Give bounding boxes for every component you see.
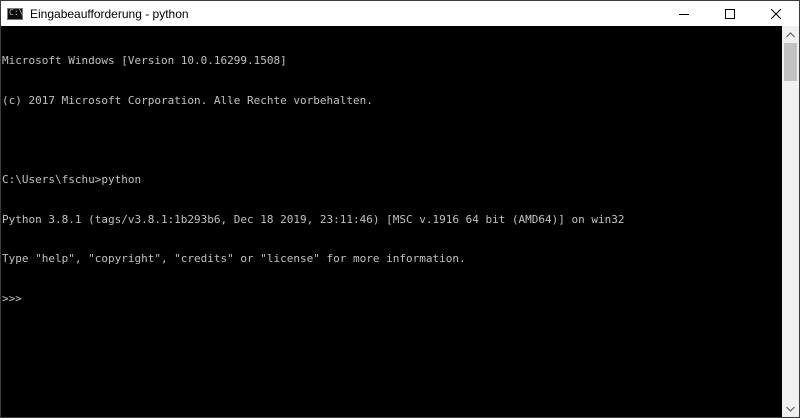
vertical-scrollbar[interactable] — [782, 26, 799, 417]
chevron-down-icon — [786, 406, 795, 412]
console-line: (c) 2017 Microsoft Corporation. Alle Rec… — [2, 94, 373, 107]
chevron-up-icon — [786, 31, 795, 37]
window-title: Eingabeaufforderung - python — [30, 6, 189, 21]
scrollbar-thumb[interactable] — [784, 43, 797, 81]
console-line: Python 3.8.1 (tags/v3.8.1:1b293b6, Dec 1… — [2, 212, 625, 226]
console-line: C:\Users\fschu>python — [2, 173, 142, 187]
minimize-icon — [679, 13, 689, 15]
console-window: C:\ Eingabeaufforderung - python Microso… — [0, 0, 800, 418]
cmd-icon: C:\ — [7, 7, 23, 20]
console-line: Type "help", "copyright", "credits" or "… — [2, 252, 466, 266]
scroll-up-button[interactable] — [782, 26, 799, 43]
close-button[interactable] — [753, 1, 799, 26]
scroll-down-button[interactable] — [782, 400, 799, 417]
title-bar[interactable]: C:\ Eingabeaufforderung - python — [1, 1, 799, 26]
minimize-button[interactable] — [661, 1, 707, 26]
console-output[interactable]: Microsoft Windows [Version 10.0.16299.15… — [1, 26, 782, 417]
maximize-icon — [725, 8, 735, 19]
close-icon — [771, 8, 781, 19]
window-controls — [661, 1, 799, 26]
console-prompt[interactable]: >>> — [2, 292, 782, 305]
console-line: Microsoft Windows [Version 10.0.16299.15… — [2, 54, 287, 68]
maximize-button[interactable] — [707, 1, 753, 26]
